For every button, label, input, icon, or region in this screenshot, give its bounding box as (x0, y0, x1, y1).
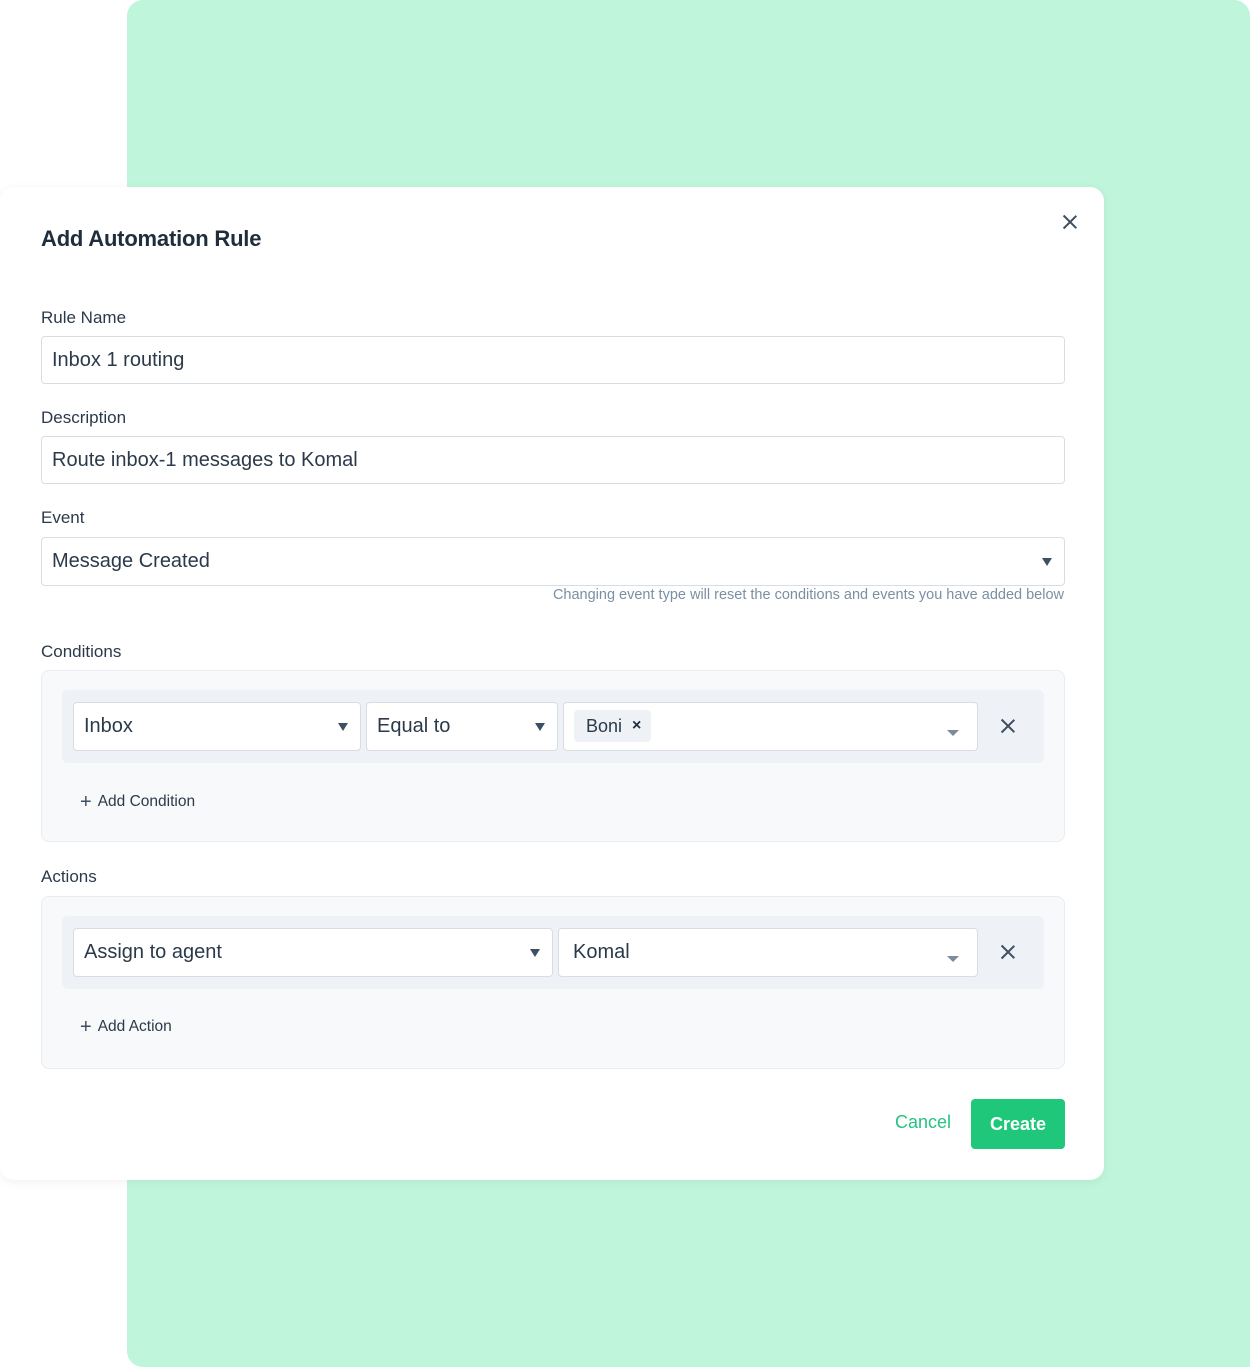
value-chip: Boni × (574, 710, 652, 742)
chevron-down-icon (1042, 558, 1052, 566)
chevron-down-icon (338, 723, 348, 731)
actions-label: Actions (41, 867, 97, 886)
modal-title: Add Automation Rule (41, 226, 262, 251)
action-value-select[interactable]: Komal (558, 928, 978, 977)
chevron-down-icon (947, 956, 959, 962)
add-condition-label: Add Condition (97, 793, 196, 810)
condition-attribute-select[interactable]: Inbox (73, 702, 361, 751)
rule-name-input[interactable] (41, 336, 1065, 384)
add-action-label: Add Action (97, 1018, 172, 1035)
action-type-value: Assign to agent (84, 941, 222, 963)
remove-action-icon[interactable] (999, 943, 1017, 961)
plus-icon: + (80, 791, 92, 813)
chip-remove-icon[interactable]: × (632, 717, 641, 735)
chevron-down-icon (947, 730, 959, 736)
remove-condition-icon[interactable] (999, 717, 1017, 735)
chevron-down-icon (530, 949, 540, 957)
event-label: Event (41, 508, 85, 527)
conditions-label: Conditions (41, 642, 122, 661)
chip-label: Boni (586, 715, 623, 736)
action-value: Komal (573, 941, 630, 963)
plus-icon: + (80, 1016, 92, 1038)
condition-attribute-value: Inbox (84, 715, 133, 737)
event-selected-value: Message Created (52, 550, 210, 572)
add-action-button[interactable]: + Add Action (80, 1017, 172, 1037)
description-input[interactable] (41, 436, 1065, 484)
rule-name-label: Rule Name (41, 308, 127, 327)
description-label: Description (41, 408, 127, 427)
cancel-button[interactable]: Cancel (895, 1112, 951, 1133)
condition-operator-value: Equal to (377, 715, 451, 737)
condition-operator-select[interactable]: Equal to (366, 702, 558, 751)
event-select[interactable]: Message Created (41, 537, 1065, 586)
create-button[interactable]: Create (971, 1099, 1065, 1149)
chevron-down-icon (535, 723, 545, 731)
close-icon[interactable] (1060, 212, 1080, 232)
add-condition-button[interactable]: + Add Condition (80, 792, 195, 812)
action-type-select[interactable]: Assign to agent (73, 928, 553, 977)
event-change-hint: Changing event type will reset the condi… (552, 587, 1064, 603)
